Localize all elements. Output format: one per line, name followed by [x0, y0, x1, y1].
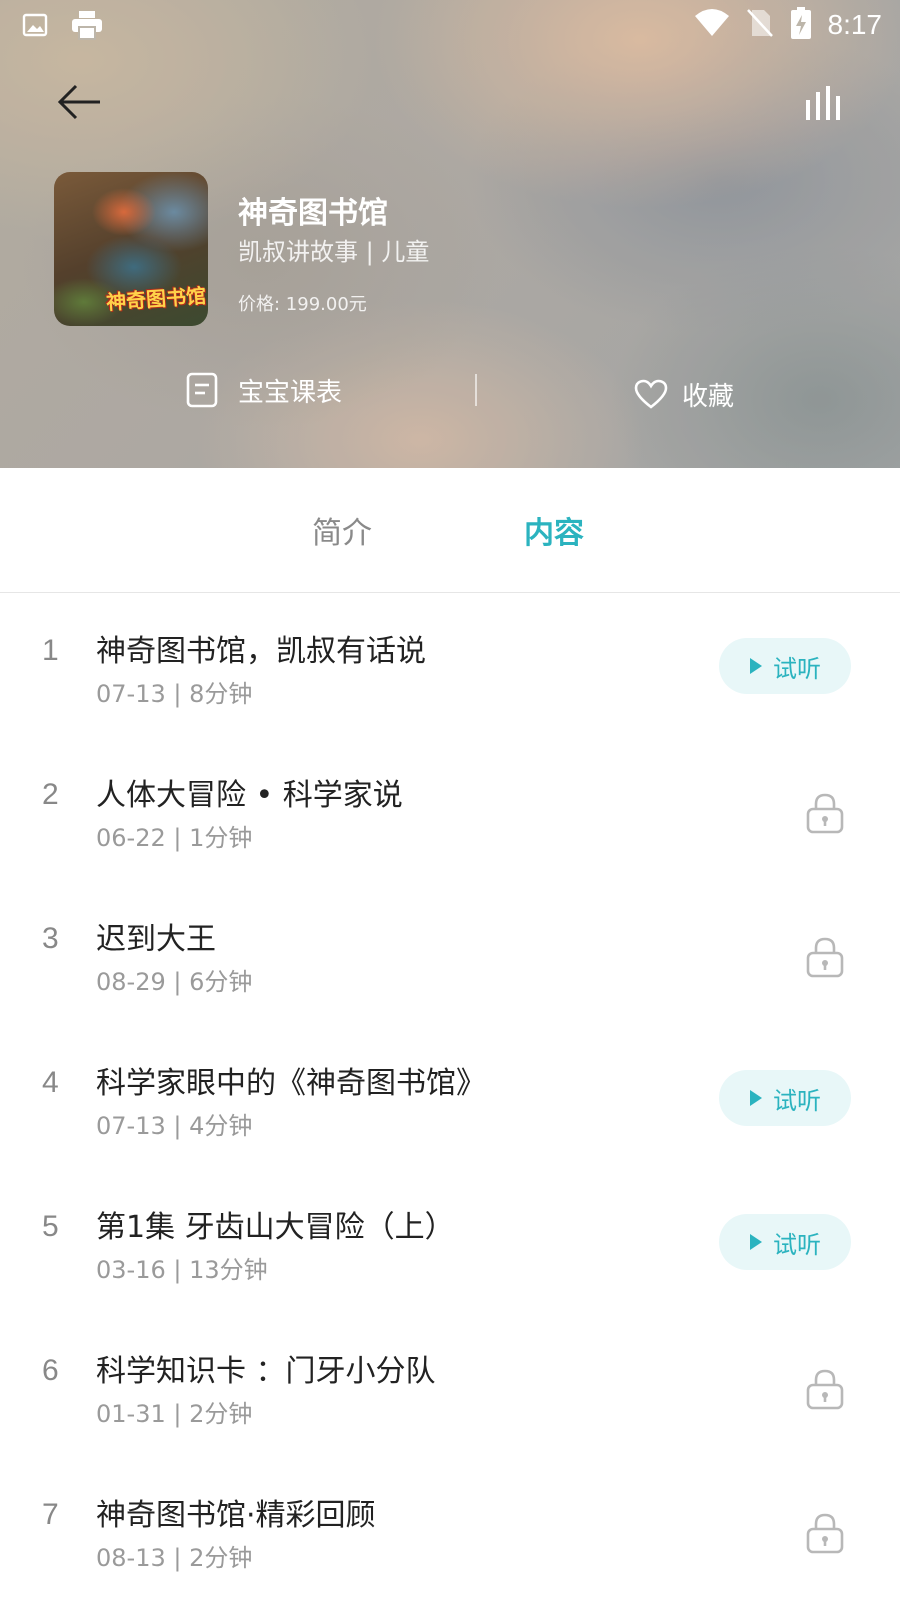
album-cover: 神奇图书馆 — [54, 172, 208, 326]
episode-index: 1 — [42, 634, 59, 667]
list-item[interactable]: 7 神奇图书馆·精彩回顾 08-13 | 2分钟 — [0, 1458, 900, 1600]
no-sim-icon — [746, 8, 774, 42]
episode-title: 科学家眼中的《神奇图书馆》 — [96, 1066, 486, 1101]
album-subtitle: 凯叔讲故事 | 儿童 — [238, 238, 430, 266]
status-bar: 8:17 — [0, 0, 900, 50]
album-header: 8:17 神奇图书馆 神奇图书馆 凯叔讲故事 | 儿童 价格: 199.00元 … — [0, 0, 900, 468]
schedule-label: 宝宝课表 — [238, 377, 343, 408]
action-divider — [475, 374, 477, 406]
trial-button[interactable]: 试听 — [719, 1070, 851, 1126]
episode-meta: 07-13 | 8分钟 — [96, 680, 253, 708]
episode-index: 3 — [42, 922, 59, 955]
play-icon — [750, 1234, 762, 1250]
back-button[interactable] — [56, 80, 104, 124]
play-icon — [750, 658, 762, 674]
episode-index: 4 — [42, 1066, 59, 1099]
schedule-button[interactable]: 宝宝课表 — [186, 370, 342, 410]
album-price: 价格: 199.00元 — [238, 294, 367, 315]
episode-index: 5 — [42, 1210, 59, 1243]
trial-label: 试听 — [773, 1087, 821, 1115]
episode-title: 第1集 牙齿山大冒险（上） — [96, 1210, 455, 1245]
episode-title: 神奇图书馆·精彩回顾 — [96, 1498, 376, 1533]
episode-meta: 07-13 | 4分钟 — [96, 1112, 253, 1140]
album-title: 神奇图书馆 — [238, 196, 388, 231]
episode-title: 迟到大王 — [96, 922, 216, 957]
episode-meta: 06-22 | 1分钟 — [96, 824, 253, 852]
episode-title: 神奇图书馆，凯叔有话说 — [96, 634, 426, 669]
wifi-icon — [694, 8, 730, 42]
list-item[interactable]: 4 科学家眼中的《神奇图书馆》 07-13 | 4分钟 试听 — [0, 1026, 900, 1170]
schedule-icon — [186, 372, 218, 408]
cover-title: 神奇图书馆 — [105, 283, 207, 315]
episode-title: 人体大冒险 • 科学家说 — [96, 778, 403, 813]
list-item[interactable]: 3 迟到大王 08-29 | 6分钟 — [0, 882, 900, 1026]
list-item[interactable]: 1 神奇图书馆，凯叔有话说 07-13 | 8分钟 试听 — [0, 594, 900, 738]
episode-meta: 03-16 | 13分钟 — [96, 1256, 268, 1284]
now-playing-button[interactable] — [804, 82, 844, 122]
lock-icon — [806, 1513, 844, 1554]
lock-icon — [806, 793, 844, 834]
favorite-label: 收藏 — [682, 381, 735, 412]
episode-index: 6 — [42, 1354, 59, 1387]
status-time: 8:17 — [827, 9, 883, 40]
battery-charging-icon — [790, 6, 812, 44]
episode-meta: 08-29 | 6分钟 — [96, 968, 253, 996]
heart-icon — [634, 379, 668, 409]
tab-intro[interactable]: 简介 — [312, 508, 372, 552]
episode-title: 科学知识卡 ：门牙小分队 — [96, 1354, 436, 1389]
list-item[interactable]: 6 科学知识卡 ：门牙小分队 01-31 | 2分钟 — [0, 1314, 900, 1458]
tab-bar: 简介 内容 — [0, 468, 900, 593]
tab-content[interactable]: 内容 — [524, 508, 584, 552]
episode-index: 2 — [42, 778, 59, 811]
trial-button[interactable]: 试听 — [719, 638, 851, 694]
lock-icon — [806, 937, 844, 978]
favorite-button[interactable]: 收藏 — [634, 374, 734, 414]
list-item[interactable]: 2 人体大冒险 • 科学家说 06-22 | 1分钟 — [0, 738, 900, 882]
play-icon — [750, 1090, 762, 1106]
printer-icon — [70, 10, 104, 44]
equalizer-icon — [806, 86, 840, 120]
episode-index: 7 — [42, 1498, 59, 1531]
arrow-left-icon — [57, 84, 100, 120]
image-icon — [22, 12, 48, 42]
episode-meta: 08-13 | 2分钟 — [96, 1544, 253, 1572]
status-right: 8:17 — [694, 6, 883, 44]
trial-label: 试听 — [773, 1231, 821, 1259]
episode-list: 1 神奇图书馆，凯叔有话说 07-13 | 8分钟 试听 2 人体大冒险 • 科… — [0, 594, 900, 1600]
lock-icon — [806, 1369, 844, 1410]
status-left — [22, 10, 104, 44]
trial-button[interactable]: 试听 — [719, 1214, 851, 1270]
episode-meta: 01-31 | 2分钟 — [96, 1400, 253, 1428]
trial-label: 试听 — [773, 655, 821, 683]
list-item[interactable]: 5 第1集 牙齿山大冒险（上） 03-16 | 13分钟 试听 — [0, 1170, 900, 1314]
